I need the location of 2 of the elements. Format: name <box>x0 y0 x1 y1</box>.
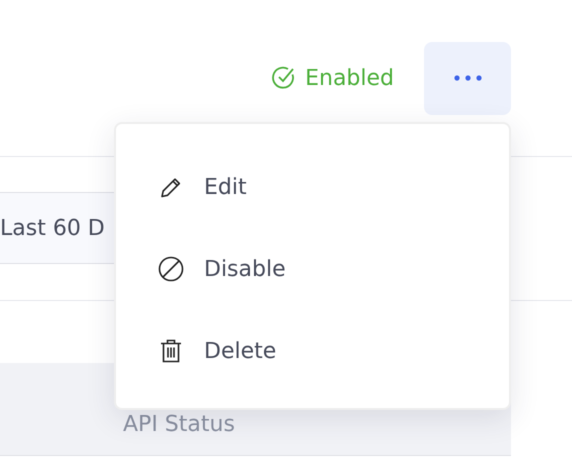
status-label: Enabled <box>305 66 394 90</box>
column-header: API Status <box>123 412 235 436</box>
